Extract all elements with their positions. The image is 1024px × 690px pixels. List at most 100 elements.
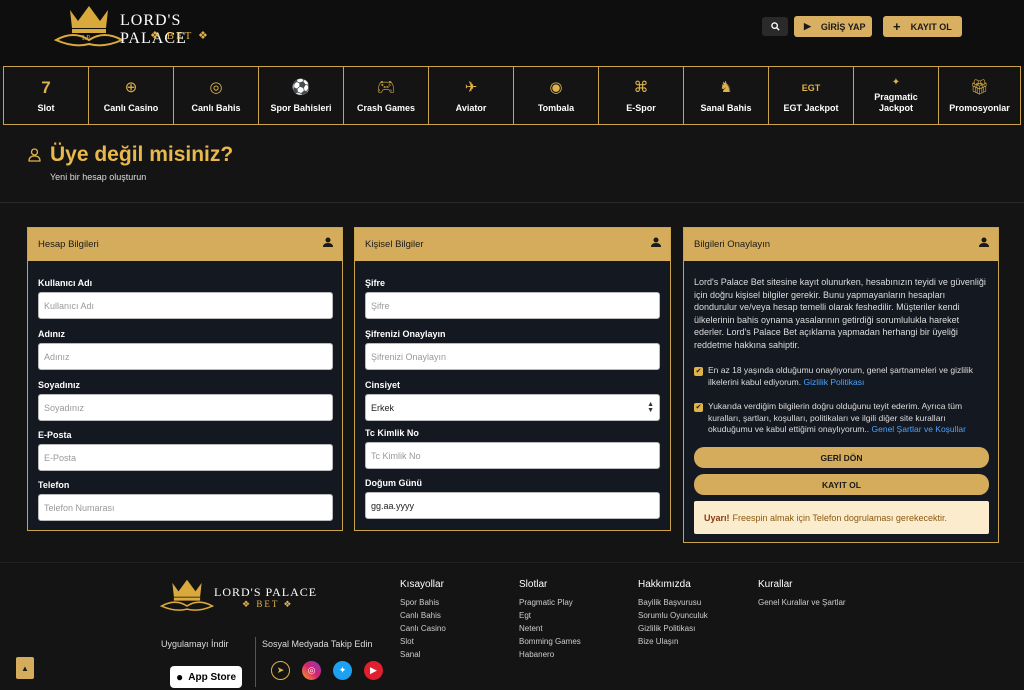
nav-item-canli-casino[interactable]: ⊕ Canlı Casino <box>89 67 174 124</box>
footer-link[interactable]: Bize Ulaşın <box>638 635 708 648</box>
email-input[interactable]: E-Posta <box>38 444 333 471</box>
register-button[interactable]: + KAYIT OL <box>883 16 962 37</box>
nav-item-promosyonlar[interactable]: 🎁︎ Promosyonlar <box>939 67 1020 124</box>
back-button[interactable]: GERİ DÖN <box>694 447 989 468</box>
scroll-top-button[interactable]: ▲ <box>16 657 34 679</box>
footer-link[interactable]: Netent <box>519 622 581 635</box>
footer-link[interactable]: Bayilik Başvurusu <box>638 596 708 609</box>
footer-link[interactable]: Pragmatic Play <box>519 596 581 609</box>
footer-link[interactable]: Habanero <box>519 648 581 661</box>
tc-field: Tc Kimlik No Tc Kimlik No <box>365 428 660 469</box>
footer-link[interactable]: Slot <box>400 635 446 648</box>
page-subtitle: Yeni bir hesap oluşturun <box>50 172 147 182</box>
panel-header: Bilgileri Onaylayın <box>684 228 998 261</box>
nav-item-pragmatic-jackpot[interactable]: ✦ Pragmatic Jackpot <box>854 67 939 124</box>
footer-link[interactable]: Sorumlu Oyunculuk <box>638 609 708 622</box>
phone-input[interactable]: Telefon Numarası <box>38 494 333 521</box>
apple-icon: ● <box>175 670 184 684</box>
nav-item-aviator[interactable]: ✈︎ Aviator <box>429 67 514 124</box>
footer-link[interactable]: Spor Bahis <box>400 596 446 609</box>
site-header: LP LORD'S PALACE ❖ BET ❖ ▶ GİRİŞ YAP + K… <box>0 0 1024 66</box>
firstname-field: Adınız Adınız <box>38 329 333 370</box>
footer-link[interactable]: Egt <box>519 609 581 622</box>
birthdate-field: Doğum Günü gg.aa.yyyy <box>365 478 660 519</box>
search-icon <box>770 22 780 31</box>
nav-item-crash-games[interactable]: 🎮︎ Crash Games <box>344 67 429 124</box>
terms-checkbox[interactable]: ✔ <box>694 403 703 412</box>
sports-icon: ⚽ <box>291 79 311 96</box>
youtube-icon[interactable]: ▶ <box>364 661 383 680</box>
crown-logo-icon: LP <box>54 6 124 47</box>
nav-item-slot[interactable]: 7 Slot <box>4 67 89 124</box>
nav-item-tombala[interactable]: ◉ Tombala <box>514 67 599 124</box>
panel-header: Kişisel Bilgiler <box>355 228 670 261</box>
lastname-field: Soyadınız Soyadınız <box>38 380 333 421</box>
footer-divider <box>255 637 256 687</box>
panel-header: Hesap Bilgileri <box>28 228 342 261</box>
nav-item-canli-bahis[interactable]: ◎ Canlı Bahis <box>174 67 259 124</box>
logo-sub: ❖ BET ❖ <box>150 30 210 42</box>
gamepad-icon: 🎮︎ <box>376 79 396 96</box>
live-bet-icon: ◎ <box>209 79 223 96</box>
nav-item-sanal-bahis[interactable]: ♞ Sanal Bahis <box>684 67 769 124</box>
lastname-input[interactable]: Soyadınız <box>38 394 333 421</box>
footer-link[interactable]: Bomming Games <box>519 635 581 648</box>
firstname-input[interactable]: Adınız <box>38 343 333 370</box>
personal-info-panel: Kişisel Bilgiler Şifre Şifre Şifrenizi O… <box>354 227 671 531</box>
bingo-icon: ◉ <box>549 79 563 96</box>
gender-field: Cinsiyet Erkek ▲ ▼ <box>365 380 660 421</box>
footer-col-rules: Kurallar Genel Kurallar ve Şartlar <box>758 579 846 609</box>
seven-icon: 7 <box>41 78 51 97</box>
egt-icon: EGT <box>801 83 821 93</box>
site-footer: LORD'S PALACE ❖ BET ❖ <box>0 562 1024 690</box>
terms-link[interactable]: Genel Şartlar ve Koşullar <box>872 424 967 434</box>
footer-logo[interactable]: LORD'S PALACE ❖ BET ❖ <box>159 577 320 617</box>
svg-text:LP: LP <box>82 34 90 42</box>
tc-input[interactable]: Tc Kimlik No <box>365 442 660 469</box>
birthdate-input[interactable]: gg.aa.yyyy <box>365 492 660 519</box>
gift-icon: 🎁︎ <box>969 79 990 96</box>
user-icon <box>651 237 661 247</box>
instagram-icon[interactable]: ◎ <box>302 661 321 680</box>
search-button[interactable] <box>762 17 788 36</box>
appstore-button[interactable]: ● App Store <box>170 666 242 688</box>
footer-link[interactable]: Gizlilik Politikası <box>638 622 708 635</box>
footer-link[interactable]: Canlı Casino <box>400 622 446 635</box>
password-confirm-input[interactable]: Şifrenizi Onaylayın <box>365 343 660 370</box>
site-logo[interactable]: LP LORD'S PALACE ❖ BET ❖ <box>54 4 244 50</box>
password-confirm-field: Şifrenizi Onaylayın Şifrenizi Onaylayın <box>365 329 660 370</box>
privacy-link[interactable]: Gizlilik Politikası <box>803 377 864 387</box>
phone-field: Telefon Telefon Numarası <box>38 480 333 521</box>
age-checkbox[interactable]: ✔ <box>694 367 703 376</box>
warning-alert: Uyarı! Freespin almak için Telefon dogru… <box>694 501 989 534</box>
footer-link[interactable]: Canlı Bahis <box>400 609 446 622</box>
select-arrows-icon: ▲ ▼ <box>647 400 654 414</box>
footer-link[interactable]: Genel Kurallar ve Şartlar <box>758 596 846 609</box>
plus-icon: + <box>893 19 901 34</box>
account-info-panel: Hesap Bilgileri Kullanıcı Adı Kullanıcı … <box>27 227 343 531</box>
gender-select[interactable]: Erkek ▲ ▼ <box>365 394 660 421</box>
nav-item-egt-jackpot[interactable]: EGT EGT Jackpot <box>769 67 854 124</box>
nav-item-e-spor[interactable]: ⌘ E-Spor <box>599 67 684 124</box>
login-button[interactable]: ▶ GİRİŞ YAP <box>794 16 872 37</box>
chevron-up-icon: ▲ <box>21 663 29 673</box>
footer-link[interactable]: Sanal <box>400 648 446 661</box>
username-field: Kullanıcı Adı Kullanıcı Adı <box>38 278 333 319</box>
footer-col-shortcuts: Kısayollar Spor Bahis Canlı Bahis Canlı … <box>400 579 446 661</box>
app-download-label: Uygulamayı İndir <box>161 639 229 649</box>
footer-col-about: Hakkımızda Bayilik Başvurusu Sorumlu Oyu… <box>638 579 708 648</box>
username-input[interactable]: Kullanıcı Adı <box>38 292 333 319</box>
password-input[interactable]: Şifre <box>365 292 660 319</box>
play-icon: ▶ <box>804 21 811 31</box>
twitter-icon[interactable]: ✦ <box>333 661 352 680</box>
horse-icon: ♞ <box>719 79 733 96</box>
nav-item-spor-bahisleri[interactable]: ⚽ Spor Bahisleri <box>259 67 344 124</box>
telegram-icon[interactable]: ➤ <box>271 661 290 680</box>
confirm-panel: Bilgileri Onaylayın Lord's Palace Bet si… <box>683 227 999 543</box>
user-icon <box>28 148 41 162</box>
age-consent: ✔ En az 18 yaşında olduğumu onaylıyorum,… <box>694 365 974 387</box>
user-icon <box>323 237 333 247</box>
submit-register-button[interactable]: KAYIT OL <box>694 474 989 495</box>
crown-logo-icon <box>159 579 215 611</box>
plane-icon: ✈︎ <box>464 79 478 96</box>
